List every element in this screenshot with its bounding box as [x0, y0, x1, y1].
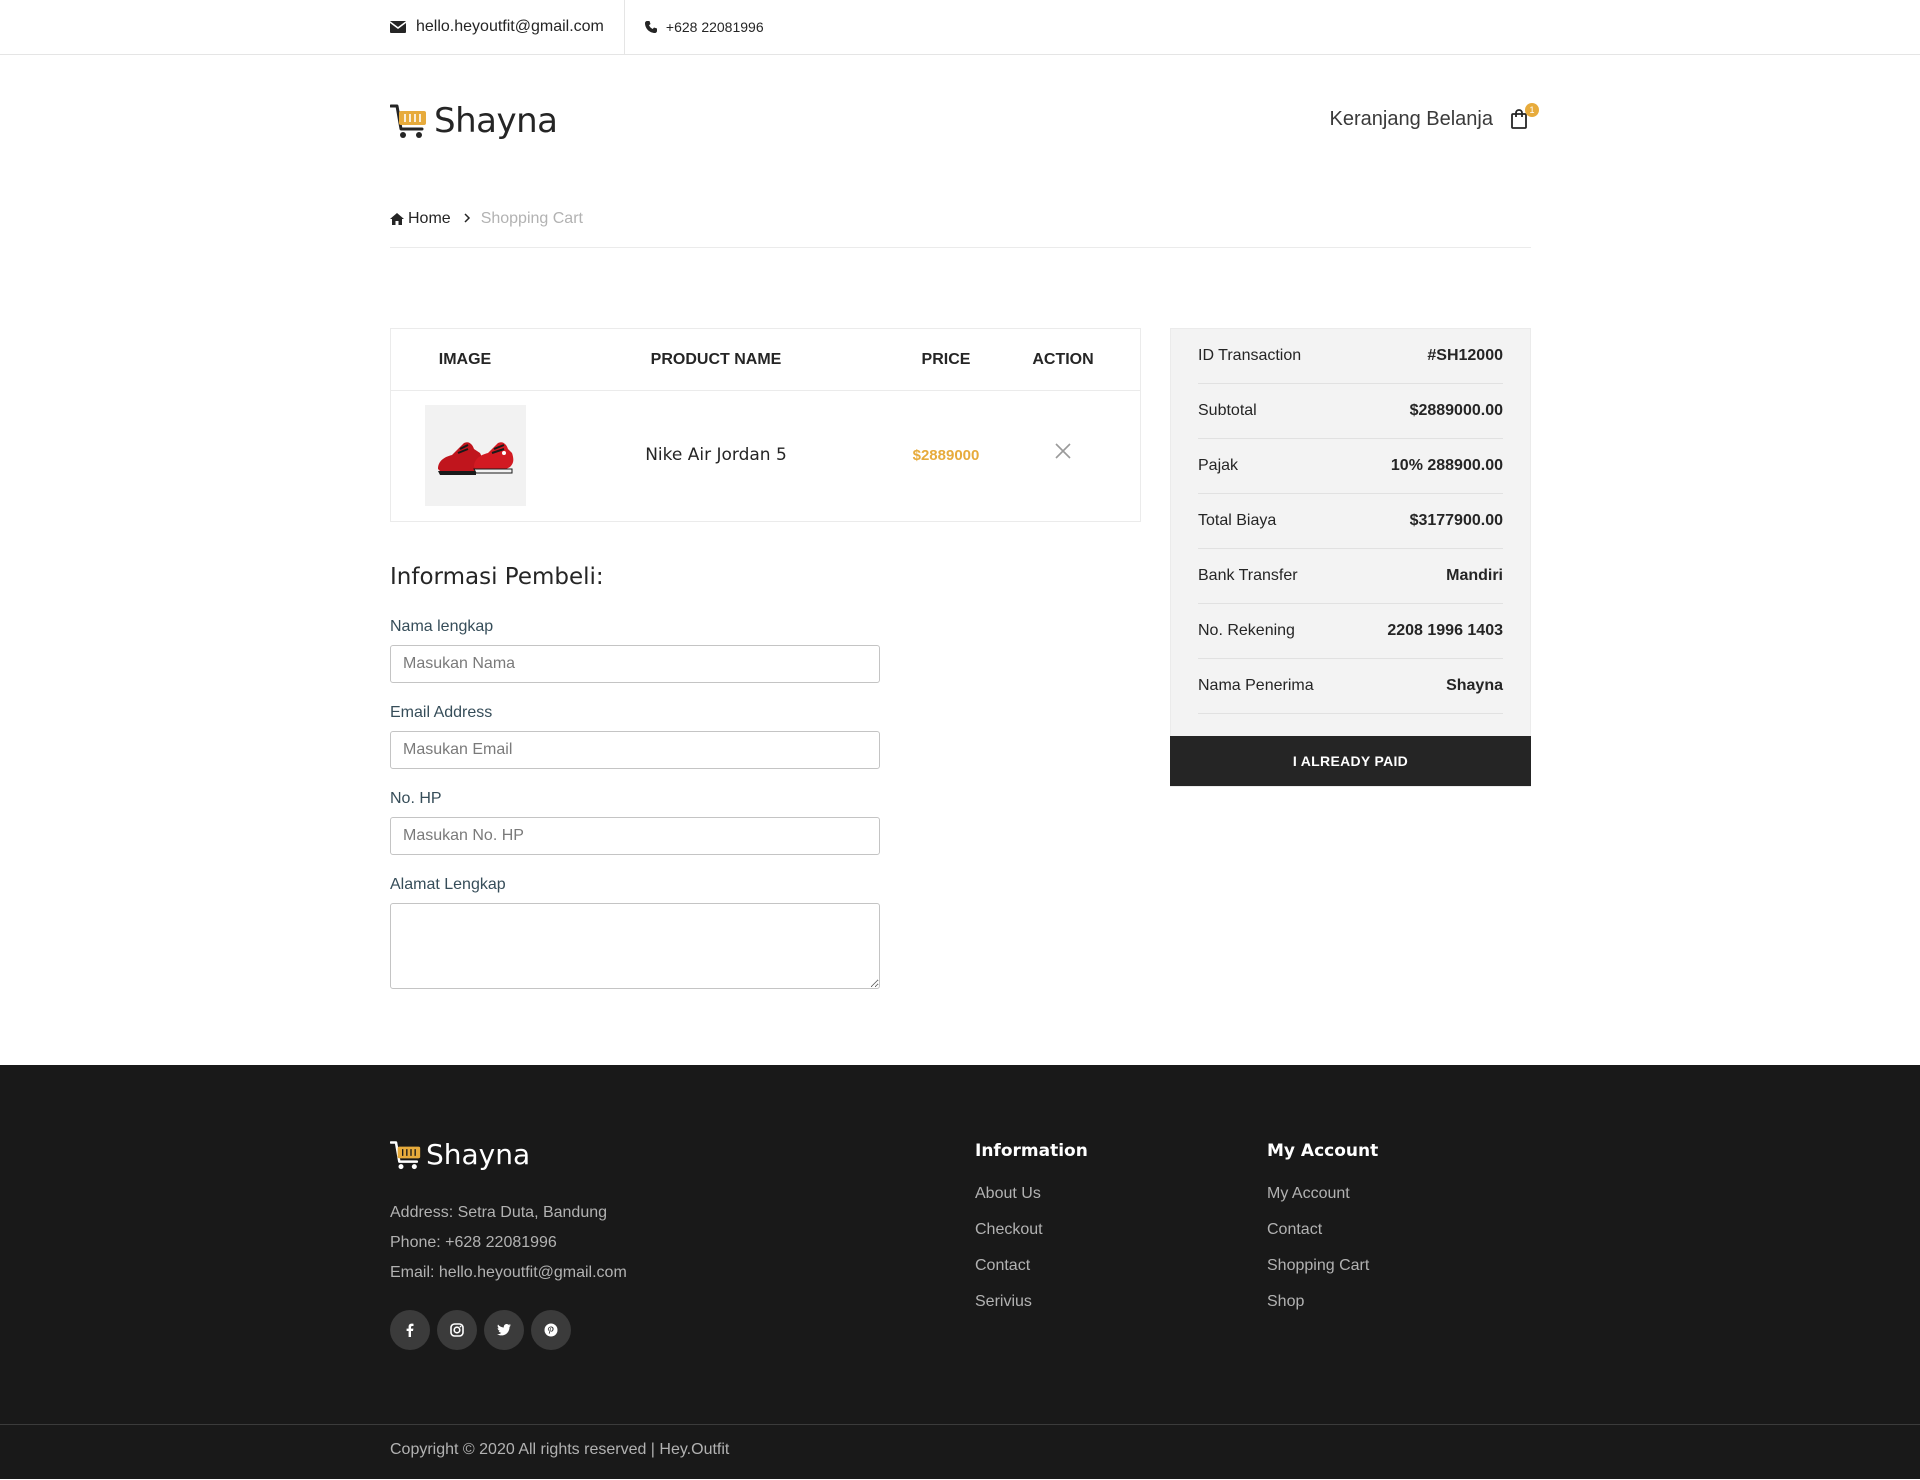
order-summary: ID Transaction #SH12000 Subtotal $2889000.…	[1170, 328, 1531, 787]
header-image: IMAGE	[438, 351, 492, 368]
summary-label: Subtotal	[1198, 402, 1257, 419]
product-name[interactable]: Nike Air Jordan 5	[591, 445, 841, 465]
footer-brand-logo[interactable]: Shayna	[390, 1138, 530, 1171]
email-input[interactable]	[390, 731, 880, 769]
email-label: Email Address	[390, 704, 493, 721]
summary-label: Nama Penerima	[1198, 677, 1314, 694]
close-icon	[1055, 443, 1071, 459]
summary-value: $3177900.00	[1409, 512, 1503, 529]
summary-label: Total Biaya	[1198, 512, 1277, 529]
pinterest-icon[interactable]	[531, 1310, 571, 1350]
summary-row: Pajak 10% 288900.00	[1198, 439, 1503, 494]
summary-label: ID Transaction	[1198, 347, 1302, 364]
shopping-cart-logo-icon	[390, 1140, 421, 1169]
buyer-info-title: Informasi Pembeli:	[390, 564, 604, 590]
footer-link-contact[interactable]: Contact	[975, 1256, 1088, 1292]
phone-icon	[644, 21, 657, 33]
summary-row: Subtotal $2889000.00	[1198, 384, 1503, 439]
breadcrumb-home-label: Home	[408, 210, 451, 227]
phone-label: No. HP	[390, 790, 442, 807]
summary-value: $2889000.00	[1409, 402, 1503, 419]
cart-count-badge: 1	[1525, 103, 1539, 117]
topbar-email-text: hello.heyoutfit@gmail.com	[416, 18, 604, 35]
footer-link-checkout[interactable]: Checkout	[975, 1220, 1088, 1256]
topbar-phone-text: +628 22081996	[665, 19, 764, 35]
summary-value: 10% 288900.00	[1390, 457, 1503, 474]
footer-email: Email: hello.heyoutfit@gmail.com	[390, 1264, 627, 1281]
footer-my-account: My Account My Account Contact Shopping C…	[1267, 1141, 1378, 1328]
summary-row: Total Biaya $3177900.00	[1198, 494, 1503, 549]
brand-logo[interactable]: Shayna	[390, 101, 558, 141]
summary-row: ID Transaction #SH12000	[1198, 329, 1503, 384]
address-label: Alamat Lengkap	[390, 876, 506, 893]
footer-information: Information About Us Checkout Contact Se…	[975, 1141, 1088, 1328]
cart-label: Keranjang Belanja	[1329, 107, 1493, 130]
phone-input[interactable]	[390, 817, 880, 855]
chevron-right-icon	[463, 210, 471, 228]
summary-row: Bank Transfer Mandiri	[1198, 549, 1503, 604]
brand-name: Shayna	[434, 101, 558, 141]
summary-value: Mandiri	[1446, 567, 1503, 584]
summary-value: 2208 1996 1403	[1387, 622, 1503, 639]
table-row: Nike Air Jordan 5 $2889000	[391, 391, 1140, 522]
breadcrumb: Home Shopping Cart	[390, 190, 1531, 248]
footer-link-serivius[interactable]: Serivius	[975, 1292, 1088, 1328]
top-bar: hello.heyoutfit@gmail.com +628 22081996	[0, 0, 1920, 55]
cart-section: IMAGE PRODUCT NAME PRICE ACTION Nike Air…	[390, 248, 1531, 1068]
footer-brand-name: Shayna	[426, 1138, 531, 1171]
site-footer: Shayna Address: Setra Duta, Bandung Phon…	[0, 1065, 1920, 1480]
header-product-name: PRODUCT NAME	[650, 351, 782, 368]
sneaker-image	[437, 441, 513, 475]
cart-link[interactable]: Keranjang Belanja 1	[1329, 103, 1539, 131]
cart-table-header: IMAGE PRODUCT NAME PRICE ACTION	[391, 329, 1140, 391]
envelope-icon	[390, 21, 406, 33]
footer-link-shop[interactable]: Shop	[1267, 1292, 1378, 1328]
topbar-email[interactable]: hello.heyoutfit@gmail.com	[390, 0, 625, 54]
summary-row: No. Rekening 2208 1996 1403	[1198, 604, 1503, 659]
breadcrumb-current: Shopping Cart	[480, 210, 583, 227]
footer-information-title: Information	[975, 1141, 1088, 1161]
cart-table: IMAGE PRODUCT NAME PRICE ACTION Nike Air…	[390, 328, 1141, 522]
address-textarea[interactable]	[390, 903, 880, 989]
already-paid-button[interactable]: I ALREADY PAID	[1170, 736, 1531, 786]
summary-label: Pajak	[1198, 457, 1239, 474]
summary-label: Bank Transfer	[1198, 567, 1298, 584]
footer-link-my-account[interactable]: My Account	[1267, 1184, 1378, 1220]
breadcrumb-home[interactable]: Home	[390, 210, 451, 228]
product-image	[425, 405, 526, 506]
header-price: PRICE	[921, 351, 971, 368]
facebook-icon[interactable]	[390, 1310, 430, 1350]
instagram-icon[interactable]	[437, 1310, 477, 1350]
social-links	[390, 1310, 571, 1350]
summary-label: No. Rekening	[1198, 622, 1295, 639]
shopping-cart-logo-icon	[390, 104, 426, 138]
footer-contact: Address: Setra Duta, Bandung Phone: +628…	[390, 1198, 627, 1288]
footer-link-shopping-cart[interactable]: Shopping Cart	[1267, 1256, 1378, 1292]
summary-row: Nama Penerima Shayna	[1198, 659, 1503, 714]
summary-value: Shayna	[1446, 677, 1503, 694]
shopping-bag-icon[interactable]: 1	[1511, 103, 1539, 131]
header-action: ACTION	[1032, 351, 1094, 368]
footer-phone: Phone: +628 22081996	[390, 1234, 557, 1251]
footer-account-title: My Account	[1267, 1141, 1379, 1161]
topbar-phone[interactable]: +628 22081996	[625, 19, 764, 35]
footer-link-about-us[interactable]: About Us	[975, 1184, 1088, 1220]
remove-item-button[interactable]	[1054, 442, 1072, 460]
product-price: $2889000	[912, 447, 980, 464]
site-header: Shayna Keranjang Belanja 1	[0, 55, 1920, 190]
footer-bottom: Copyright © 2020 All rights reserved | H…	[0, 1424, 1920, 1480]
full-name-label: Nama lengkap	[390, 618, 494, 635]
footer-address: Address: Setra Duta, Bandung	[390, 1204, 608, 1221]
full-name-input[interactable]	[390, 645, 880, 683]
twitter-icon[interactable]	[484, 1310, 524, 1350]
summary-value: #SH12000	[1427, 347, 1503, 364]
footer-link-contact[interactable]: Contact	[1267, 1220, 1378, 1256]
copyright-text: Copyright © 2020 All rights reserved | H…	[390, 1441, 730, 1458]
home-icon	[390, 213, 404, 225]
